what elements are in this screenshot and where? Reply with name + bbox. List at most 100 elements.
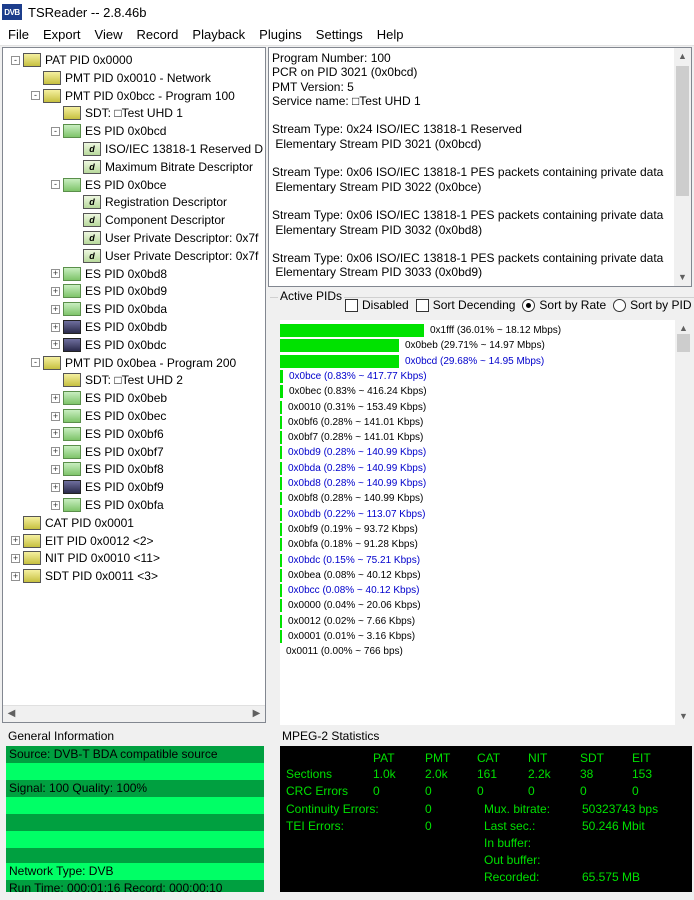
program-info-pane[interactable]: Program Number: 100 PCR on PID 3021 (0x0b…: [268, 47, 692, 287]
scroll-down-icon[interactable]: ▼: [675, 708, 692, 725]
menu-file[interactable]: File: [0, 24, 36, 46]
pid-rate-row[interactable]: 0x0bcc (0.08% ~ 40.12 Kbps): [280, 583, 419, 598]
expand-icon[interactable]: +: [51, 500, 60, 510]
tree-node[interactable]: + ES PID 0x0bd9: [51, 282, 167, 300]
menu-view[interactable]: View: [88, 24, 130, 46]
scroll-thumb[interactable]: [676, 66, 689, 196]
menu-record[interactable]: Record: [129, 24, 185, 46]
tree-node[interactable]: d Maximum Bitrate Descriptor: [71, 158, 253, 176]
expand-icon[interactable]: +: [51, 482, 60, 492]
expand-icon[interactable]: +: [51, 269, 60, 279]
scroll-down-icon[interactable]: ▼: [674, 269, 691, 286]
scroll-right-icon[interactable]: ▶: [248, 706, 265, 722]
collapse-icon[interactable]: -: [31, 91, 40, 101]
sort-descending-checkbox[interactable]: Sort Decending: [415, 298, 515, 312]
pid-rate-row[interactable]: 0x0010 (0.31% ~ 153.49 Kbps): [280, 400, 426, 415]
pid-rate-row[interactable]: 0x0011 (0.00% ~ 766 bps): [280, 644, 403, 659]
expand-icon[interactable]: +: [51, 429, 60, 439]
pid-rate-row[interactable]: 0x0bfa (0.18% ~ 91.28 Kbps): [280, 537, 418, 552]
pid-rate-label: 0x0bec (0.83% ~ 416.24 Kbps): [289, 386, 427, 398]
pid-rate-row[interactable]: 0x0bf9 (0.19% ~ 93.72 Kbps): [280, 522, 418, 537]
menu-plugins[interactable]: Plugins: [252, 24, 309, 46]
pid-rate-row[interactable]: 0x0000 (0.04% ~ 20.06 Kbps): [280, 598, 421, 613]
tree-node[interactable]: CAT PID 0x0001: [11, 514, 134, 532]
tree-node[interactable]: d ISO/IEC 13818-1 Reserved D: [71, 140, 263, 158]
expand-icon[interactable]: +: [51, 393, 60, 403]
scroll-up-icon[interactable]: ▲: [674, 48, 691, 65]
pid-rate-row[interactable]: 0x0bce (0.83% ~ 417.77 Kbps): [280, 369, 427, 384]
tree-node[interactable]: d User Private Descriptor: 0x7f: [71, 229, 258, 247]
menu-playback[interactable]: Playback: [185, 24, 252, 46]
tree-node[interactable]: d User Private Descriptor: 0x7f: [71, 247, 258, 265]
expand-icon[interactable]: +: [11, 536, 20, 546]
pid-rate-row[interactable]: 0x0bd9 (0.28% ~ 140.99 Kbps): [280, 445, 426, 460]
tree-node[interactable]: SDT: □Test UHD 2: [51, 371, 183, 389]
tree-node[interactable]: + SDT PID 0x0011 <3>: [11, 567, 158, 585]
menu-settings[interactable]: Settings: [309, 24, 370, 46]
tree-node[interactable]: PMT PID 0x0010 - Network: [31, 69, 211, 87]
pid-rate-row[interactable]: 0x0bdc (0.15% ~ 75.21 Kbps): [280, 553, 420, 568]
menu-export[interactable]: Export: [36, 24, 88, 46]
info-vertical-scrollbar[interactable]: ▲ ▼: [674, 48, 691, 286]
tree-node[interactable]: SDT: □Test UHD 1: [51, 104, 183, 122]
expand-icon[interactable]: +: [51, 340, 60, 350]
pid-rate-row[interactable]: 0x0bea (0.08% ~ 40.12 Kbps): [280, 568, 421, 583]
tree-node[interactable]: + ES PID 0x0bf8: [51, 460, 164, 478]
pid-rate-row[interactable]: 0x0bda (0.28% ~ 140.99 Kbps): [280, 461, 426, 476]
tree-node[interactable]: + ES PID 0x0bdb: [51, 318, 167, 336]
active-pids-list[interactable]: 0x1fff (36.01% ~ 18.12 Mbps) 0x0beb (29.7…: [280, 320, 692, 725]
expand-icon[interactable]: +: [11, 553, 20, 563]
pid-rate-row[interactable]: 0x0bd8 (0.28% ~ 140.99 Kbps): [280, 476, 426, 491]
expand-icon[interactable]: +: [51, 304, 60, 314]
pid-rate-row[interactable]: 0x0beb (29.71% ~ 14.97 Mbps): [280, 338, 545, 353]
tree-node[interactable]: - ES PID 0x0bce: [51, 176, 166, 194]
collapse-icon[interactable]: -: [51, 180, 60, 190]
expand-icon[interactable]: +: [51, 286, 60, 296]
pid-rate-row[interactable]: 0x0012 (0.02% ~ 7.66 Kbps): [280, 614, 415, 629]
tree-node[interactable]: + EIT PID 0x0012 <2>: [11, 532, 154, 550]
tree-node[interactable]: + ES PID 0x0bec: [51, 407, 166, 425]
pid-rate-row[interactable]: 0x0bf7 (0.28% ~ 141.01 Kbps): [280, 430, 423, 445]
pid-rate-label: 0x0bf7 (0.28% ~ 141.01 Kbps): [288, 432, 424, 444]
tree-node[interactable]: + ES PID 0x0bf7: [51, 443, 164, 461]
tree-horizontal-scrollbar[interactable]: ◀ ▶: [3, 705, 265, 722]
tree-node[interactable]: + ES PID 0x0bfa: [51, 496, 164, 514]
tree-node[interactable]: + NIT PID 0x0010 <11>: [11, 549, 160, 567]
tree-node[interactable]: + ES PID 0x0bf9: [51, 478, 164, 496]
tree-node[interactable]: + ES PID 0x0bd8: [51, 265, 167, 283]
tree-node[interactable]: - PAT PID 0x0000: [11, 51, 132, 69]
sort-by-pid-radio[interactable]: Sort by PID: [613, 298, 691, 312]
tree-node[interactable]: + ES PID 0x0bdc: [51, 336, 166, 354]
tree-node[interactable]: d Component Descriptor: [71, 211, 225, 229]
pid-rate-row[interactable]: 0x0bec (0.83% ~ 416.24 Kbps): [280, 384, 427, 399]
tree-node[interactable]: d Registration Descriptor: [71, 193, 227, 211]
pids-vertical-scrollbar[interactable]: ▲ ▼: [675, 320, 692, 725]
pid-rate-row[interactable]: 0x0bdb (0.22% ~ 113.07 Kbps): [280, 507, 425, 522]
expand-icon[interactable]: +: [51, 464, 60, 474]
pid-rate-row[interactable]: 0x0001 (0.01% ~ 3.16 Kbps): [280, 629, 415, 644]
pid-rate-row[interactable]: 0x0bf6 (0.28% ~ 141.01 Kbps): [280, 415, 423, 430]
tree-node[interactable]: - ES PID 0x0bcd: [51, 122, 166, 140]
sort-by-rate-radio[interactable]: Sort by Rate: [522, 298, 606, 312]
tree-node[interactable]: + ES PID 0x0bda: [51, 300, 167, 318]
disabled-checkbox[interactable]: Disabled: [345, 298, 409, 312]
pid-rate-row[interactable]: 0x0bcd (29.68% ~ 14.95 Mbps): [280, 354, 544, 369]
pid-rate-row[interactable]: 0x0bf8 (0.28% ~ 140.99 Kbps): [280, 491, 423, 506]
collapse-icon[interactable]: -: [51, 126, 60, 136]
radio-selected-icon: [522, 298, 536, 312]
scroll-thumb[interactable]: [677, 334, 690, 352]
tree-node[interactable]: + ES PID 0x0beb: [51, 389, 167, 407]
expand-icon[interactable]: +: [51, 447, 60, 457]
collapse-icon[interactable]: -: [11, 55, 20, 65]
tree-node[interactable]: - PMT PID 0x0bcc - Program 100: [31, 87, 235, 105]
pid-rate-row[interactable]: 0x1fff (36.01% ~ 18.12 Mbps): [280, 323, 561, 338]
scroll-left-icon[interactable]: ◀: [3, 706, 20, 722]
expand-icon[interactable]: +: [51, 411, 60, 421]
tree-node[interactable]: - PMT PID 0x0bea - Program 200: [31, 354, 236, 372]
expand-icon[interactable]: +: [51, 322, 60, 332]
menu-help[interactable]: Help: [370, 24, 411, 46]
collapse-icon[interactable]: -: [31, 358, 40, 368]
expand-icon[interactable]: +: [11, 571, 20, 581]
pid-tree-view[interactable]: - PAT PID 0x0000 PMT PID 0x0010 - Network -…: [2, 47, 266, 723]
tree-node[interactable]: + ES PID 0x0bf6: [51, 425, 164, 443]
